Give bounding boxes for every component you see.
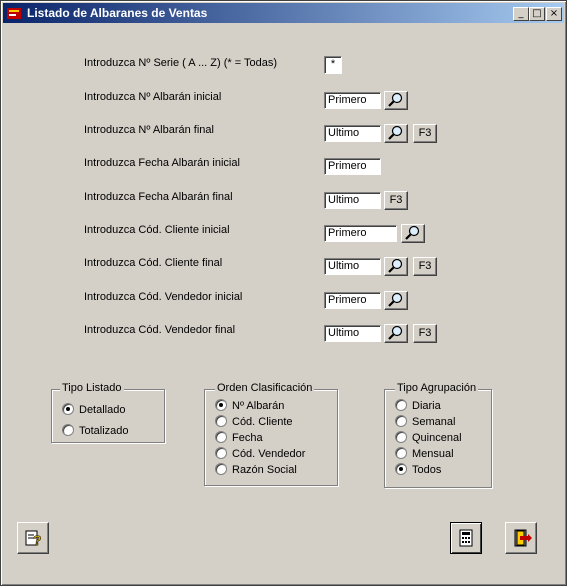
radio-circle[interactable] [215, 431, 227, 444]
magnifier-icon [387, 292, 405, 310]
field-input[interactable]: Primero [324, 158, 381, 175]
exit-button[interactable] [505, 522, 537, 554]
radio-option[interactable]: Diaria [395, 399, 441, 412]
radio-circle[interactable] [395, 431, 407, 444]
radio-circle[interactable] [215, 463, 227, 476]
field-input[interactable]: Ultimo [324, 125, 381, 142]
radio-option[interactable]: Nº Albarán [215, 399, 285, 412]
radio-option[interactable]: Quincenal [395, 431, 462, 444]
field-label: Introduzca Cód. Vendedor inicial [84, 291, 243, 303]
radio-label: Fecha [232, 432, 263, 444]
field-input[interactable]: Ultimo [324, 192, 381, 209]
field-label: Introduzca Fecha Albarán inicial [84, 157, 240, 169]
svg-text:?: ? [33, 532, 42, 548]
radio-circle[interactable] [395, 399, 407, 412]
magnifier-icon [387, 125, 405, 143]
radio-label: Todos [412, 464, 442, 476]
radio-circle[interactable] [395, 415, 407, 428]
radio-circle[interactable] [215, 399, 227, 412]
field-label: Introduzca Cód. Vendedor final [84, 324, 236, 336]
field-label: Introduzca Nº Albarán final [84, 124, 214, 136]
group-title: Tipo Listado [60, 382, 124, 394]
f3-button[interactable]: F3 [384, 191, 408, 210]
radio-circle[interactable] [62, 403, 74, 416]
radio-label: Totalizado [79, 425, 129, 437]
magnifier-icon [387, 325, 405, 343]
radio-circle[interactable] [215, 415, 227, 428]
f3-button[interactable]: F3 [413, 124, 437, 143]
radio-label: Cód. Vendedor [232, 448, 306, 460]
magnifier-icon [387, 92, 405, 110]
radio-option[interactable]: Fecha [215, 431, 263, 444]
group-title: Tipo Agrupación [395, 382, 479, 394]
radio-circle[interactable] [215, 447, 227, 460]
print-button[interactable] [450, 522, 482, 554]
f3-button[interactable]: F3 [413, 324, 437, 343]
field-label: Introduzca Cód. Cliente inicial [84, 224, 230, 236]
radio-label: Diaria [412, 400, 441, 412]
field-input[interactable]: Ultimo [324, 325, 381, 342]
exit-door-icon [514, 529, 532, 547]
field-input[interactable]: Primero [324, 92, 381, 109]
field-label: Introduzca Cód. Cliente final [84, 257, 223, 269]
radio-option[interactable]: Todos [395, 463, 442, 476]
calculator-icon [459, 529, 473, 547]
search-button[interactable] [384, 324, 408, 343]
help-icon: ? [25, 530, 42, 548]
radio-option[interactable]: Cód. Cliente [215, 415, 293, 428]
search-button[interactable] [384, 291, 408, 310]
radio-option[interactable]: Detallado [62, 403, 126, 416]
radio-option[interactable]: Cód. Vendedor [215, 447, 306, 460]
app-icon [7, 8, 21, 19]
title-bar: Listado de Albaranes de Ventas _ □ × [3, 3, 564, 23]
field-label: Introduzca Nº Serie ( A ... Z) (* = Toda… [84, 57, 278, 69]
close-button[interactable]: × [546, 7, 562, 21]
field-input[interactable]: * [324, 56, 342, 74]
field-label: Introduzca Fecha Albarán final [84, 191, 233, 203]
f3-button[interactable]: F3 [413, 257, 437, 276]
magnifier-icon [404, 225, 422, 243]
field-label: Introduzca Nº Albarán inicial [84, 91, 222, 103]
help-button[interactable]: ? [17, 522, 49, 554]
radio-option[interactable]: Totalizado [62, 424, 129, 437]
group-title: Orden Clasificación [215, 382, 315, 394]
search-button[interactable] [384, 257, 408, 276]
field-input[interactable]: Primero [324, 292, 381, 309]
radio-circle[interactable] [62, 424, 74, 437]
minimize-button[interactable]: _ [513, 7, 529, 21]
field-input[interactable]: Ultimo [324, 258, 381, 275]
radio-label: Razón Social [232, 464, 297, 476]
group-orden: Orden Clasificación Nº Albarán Cód. Client… [204, 382, 338, 486]
radio-label: Semanal [412, 416, 456, 428]
radio-circle[interactable] [395, 463, 407, 476]
radio-label: Mensual [412, 448, 454, 460]
radio-option[interactable]: Razón Social [215, 463, 297, 476]
group-agrupacion: Tipo Agrupación Diaria Semanal Quincenal Men… [384, 382, 492, 488]
maximize-button[interactable]: □ [529, 7, 545, 21]
search-button[interactable] [384, 124, 408, 143]
magnifier-icon [387, 258, 405, 276]
radio-label: Nº Albarán [232, 400, 285, 412]
radio-option[interactable]: Mensual [395, 447, 454, 460]
radio-circle[interactable] [395, 447, 407, 460]
group-tipo-listado: Tipo Listado Detallado Totalizado [51, 382, 165, 443]
window-title: Listado de Albaranes de Ventas [27, 6, 208, 20]
search-button[interactable] [401, 224, 425, 243]
search-button[interactable] [384, 91, 408, 110]
field-input[interactable]: Primero [324, 225, 397, 242]
radio-option[interactable]: Semanal [395, 415, 456, 428]
radio-label: Detallado [79, 404, 126, 416]
radio-label: Cód. Cliente [232, 416, 293, 428]
radio-label: Quincenal [412, 432, 462, 444]
